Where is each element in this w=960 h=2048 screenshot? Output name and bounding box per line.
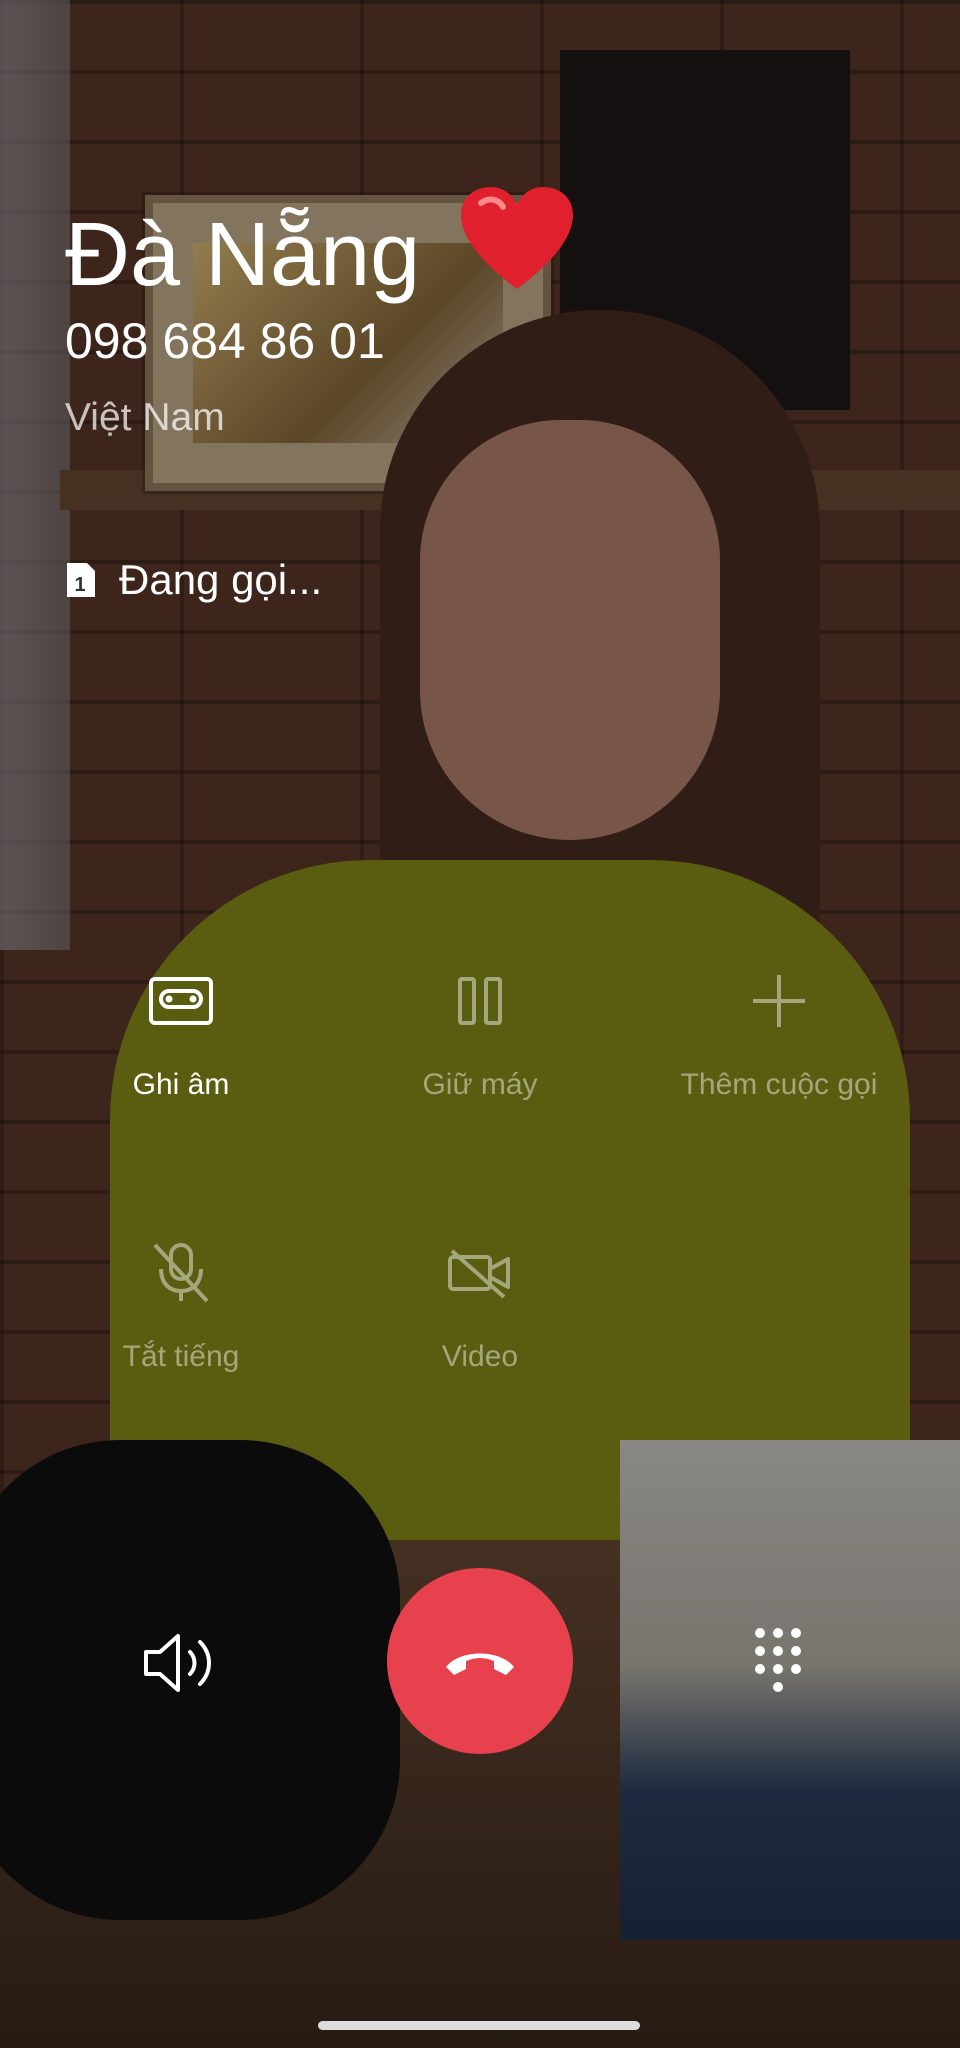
sim-card-icon: 1 [67,563,95,597]
sim-slot-number: 1 [74,574,85,596]
keypad-icon [755,1628,801,1692]
video-camera-icon [448,1249,510,1299]
pause-icon [458,977,502,1025]
call-status: Đang gọi... [119,556,323,603]
record-button[interactable]: Ghi âm [31,965,331,1103]
call-status-row: 1 Đang gọi... [65,555,322,605]
mic-off-icon [153,1243,209,1303]
speaker-button[interactable] [140,1628,220,1698]
mute-button[interactable]: Tắt tiếng [31,1237,331,1375]
caller-name-row: Đà Nẵng [65,185,575,305]
record-label: Ghi âm [132,1068,230,1101]
hold-button[interactable]: Giữ máy [330,965,630,1103]
speaker-icon [144,1634,211,1692]
video-label: Video [441,1340,519,1373]
add-call-button[interactable]: Thêm cuộc gọi [629,965,929,1103]
hold-label: Giữ máy [422,1068,538,1101]
mute-label: Tắt tiếng [122,1340,240,1373]
plus-icon [753,975,805,1027]
add-call-label: Thêm cuộc gọi [680,1068,878,1101]
end-call-icon [446,1653,514,1675]
caller-number: 098 684 86 01 [65,313,385,369]
end-call-button[interactable] [387,1568,573,1754]
caller-name: Đà Nẵng [65,205,421,305]
home-indicator[interactable] [318,2021,640,2030]
keypad-button[interactable] [748,1625,808,1697]
video-button[interactable]: Video [330,1237,630,1375]
cassette-icon [149,977,213,1025]
caller-region: Việt Nam [65,396,225,439]
heart-icon [461,187,574,289]
